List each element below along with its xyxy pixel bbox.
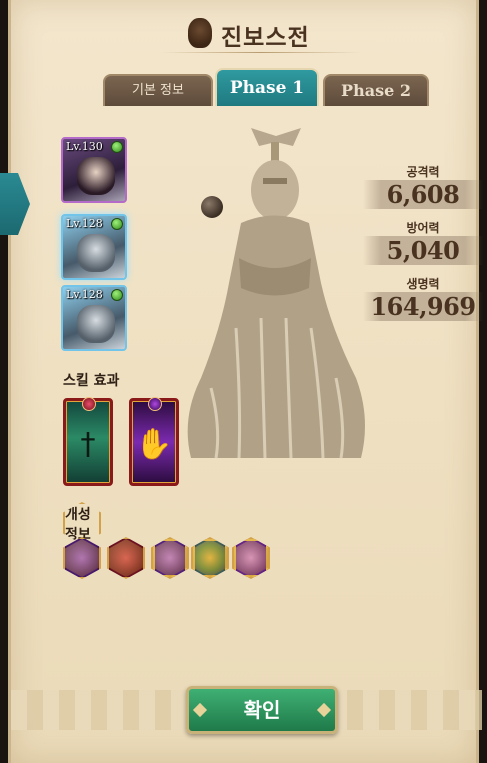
shield-knight-icon [188, 18, 212, 48]
purple-gear-trait-icon[interactable] [232, 537, 270, 579]
confirm-label: 확인 [243, 698, 281, 722]
skull-badge-icon [148, 397, 162, 411]
skill-card-1[interactable]: † [63, 397, 113, 486]
tab-basic-info[interactable]: 기본 정보 [103, 74, 213, 106]
trait-frame [234, 539, 268, 577]
attack-stat: 공격력 6,608 [363, 163, 483, 209]
defense-label: 방어력 [406, 221, 440, 235]
gear-trait-icon[interactable] [107, 537, 145, 579]
dark-orb-icon [201, 196, 223, 218]
attribute-gem-icon [111, 289, 123, 301]
armor-knight-icon [77, 305, 115, 343]
hero-level: Lv.128 [66, 217, 103, 230]
attack-label: 공격력 [406, 165, 440, 179]
confirm-button[interactable]: 확인 [186, 686, 338, 734]
trait-frame [193, 539, 227, 577]
header-divider [161, 52, 361, 53]
claw-trait-icon[interactable] [63, 537, 101, 579]
hero-card-3[interactable]: Lv.128 [61, 285, 127, 351]
defense-stat: 방어력 5,040 [363, 219, 483, 265]
hero-card-2[interactable]: Lv.128 [61, 214, 127, 280]
right-diamond-icon [316, 702, 332, 718]
trait-frame [153, 539, 187, 577]
skull-badge-icon [82, 397, 96, 411]
hp-stat: 생명력 164,969 [363, 275, 483, 321]
hp-label: 생명력 [406, 277, 440, 291]
elements-trait-icon[interactable] [191, 537, 229, 579]
page-title: 진보스전 [221, 25, 310, 51]
tab-phase-2[interactable]: Phase 2 [323, 74, 429, 106]
boss-statue-image [187, 128, 365, 459]
hero-level: Lv.130 [66, 140, 103, 153]
left-diamond-icon [192, 702, 208, 718]
trait-frame [65, 539, 99, 577]
attribute-gem-icon [111, 218, 123, 230]
tab-phase-1[interactable]: Phase 1 [215, 68, 319, 106]
hero-level: Lv.128 [66, 288, 103, 301]
hero-portrait-icon [77, 157, 115, 195]
hero-card-1[interactable]: Lv.130 [61, 137, 127, 203]
armor-knight-icon [77, 234, 115, 272]
sword-skill-icon: † [80, 427, 96, 462]
hp-value: 164,969 [363, 292, 483, 321]
attribute-gem-icon [111, 141, 123, 153]
purple-sigil-trait-icon[interactable] [151, 537, 189, 579]
boss-info-panel: 진보스전 기본 정보 Phase 1 Phase 2 Lv.130 Lv.128… [8, 0, 483, 763]
panel-header: 진보스전 [11, 0, 482, 60]
attack-value: 6,608 [363, 180, 483, 209]
trait-frame [109, 539, 143, 577]
skill-card-2[interactable]: ✋ [129, 397, 179, 486]
defense-value: 5,040 [363, 236, 483, 265]
skill-effects-title: 스킬 효과 [63, 373, 120, 389]
dark-hand-skill-icon: ✋ [135, 427, 173, 462]
